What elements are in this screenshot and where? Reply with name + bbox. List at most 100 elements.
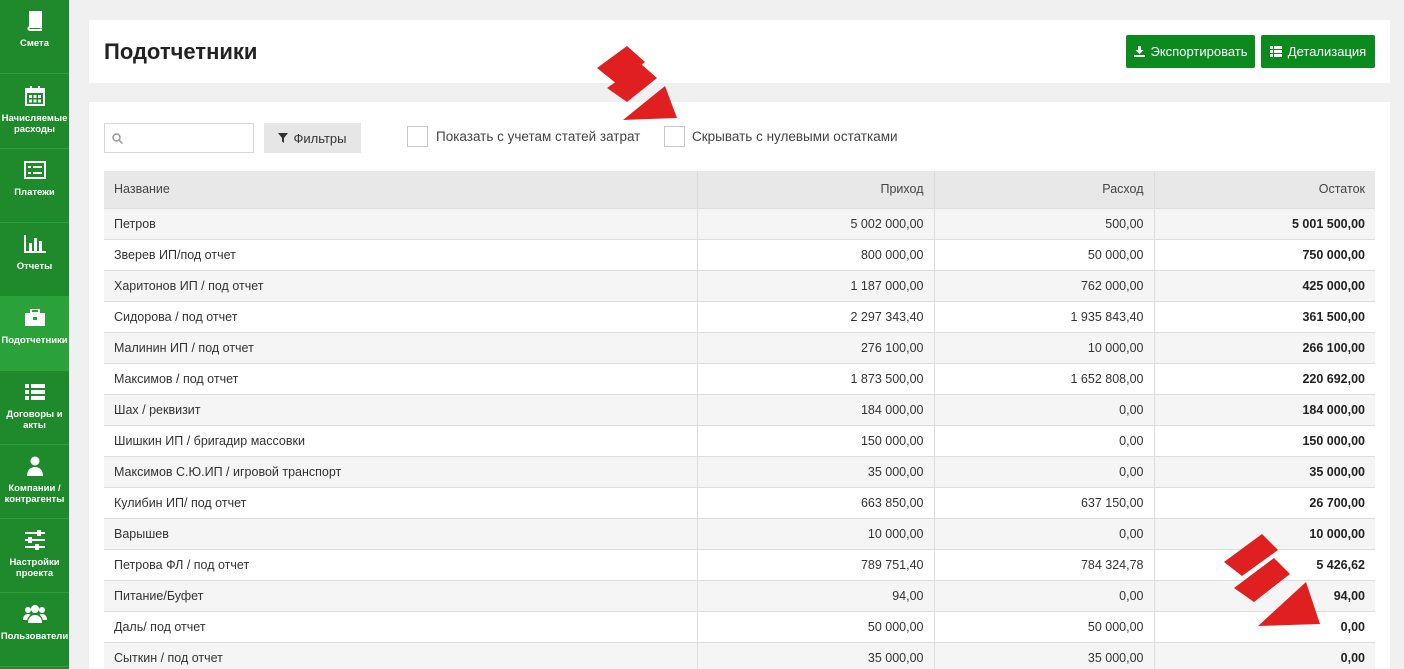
cell-expense: 0,00 bbox=[933, 424, 1154, 456]
table-row[interactable]: Зверев ИП/под отчет 800 000,00 50 000,00 75… bbox=[104, 238, 1375, 270]
column-header-income[interactable]: Приход bbox=[696, 171, 934, 208]
sidebar-item-label: Договоры и акты bbox=[6, 409, 63, 431]
cell-income: 94,00 bbox=[696, 579, 934, 611]
cell-name: Сидорова / под отчет bbox=[104, 300, 697, 332]
cell-income: 1 873 500,00 bbox=[696, 362, 934, 394]
sidebar-item-users[interactable]: Пользователи bbox=[0, 593, 69, 667]
cell-income: 10 000,00 bbox=[696, 517, 934, 549]
table-row[interactable]: Петрова ФЛ / под отчет 789 751,40 784 324,… bbox=[104, 548, 1375, 580]
column-header-name[interactable]: Название bbox=[104, 171, 697, 208]
sidebar-item-companies[interactable]: Компании / контрагенты bbox=[0, 445, 69, 519]
table-row[interactable]: Петров 5 002 000,00 500,00 5 001 500,00 bbox=[104, 207, 1375, 239]
cell-expense: 50 000,00 bbox=[933, 238, 1154, 270]
sidebar-item-label: Пользователи bbox=[0, 631, 69, 642]
details-button[interactable]: Детализация bbox=[1261, 35, 1375, 68]
book-icon bbox=[26, 10, 44, 32]
cell-balance: 266 100,00 bbox=[1153, 331, 1375, 363]
search-input[interactable] bbox=[104, 123, 254, 153]
user-icon bbox=[26, 455, 44, 477]
cell-expense: 35 000,00 bbox=[933, 641, 1154, 669]
cell-income: 35 000,00 bbox=[696, 455, 934, 487]
cell-income: 663 850,00 bbox=[696, 486, 934, 518]
table-row[interactable]: Кулибин ИП/ под отчет 663 850,00 637 150,0… bbox=[104, 486, 1375, 518]
cell-expense: 0,00 bbox=[933, 455, 1154, 487]
cell-name: Зверев ИП/под отчет bbox=[104, 238, 697, 270]
sidebar-item-label: Смета bbox=[20, 38, 49, 49]
table-header-row: Название Приход Расход Остаток bbox=[104, 171, 1375, 208]
search-icon bbox=[112, 133, 123, 144]
cell-expense: 500,00 bbox=[933, 207, 1154, 239]
cell-balance: 750 000,00 bbox=[1153, 238, 1375, 270]
sidebar-item-estimate[interactable]: Смета bbox=[0, 0, 69, 74]
filters-button[interactable]: Фильтры bbox=[264, 123, 361, 153]
cell-expense: 1 652 808,00 bbox=[933, 362, 1154, 394]
hide-zero-checkbox[interactable] bbox=[664, 126, 685, 147]
hide-zero-label: Скрывать с нулевыми остатками bbox=[692, 129, 898, 144]
cell-income: 1 187 000,00 bbox=[696, 269, 934, 301]
cell-expense: 0,00 bbox=[933, 517, 1154, 549]
table-row[interactable]: Малинин ИП / под отчет 276 100,00 10 000,0… bbox=[104, 331, 1375, 363]
cell-name: Питание/Буфет bbox=[104, 579, 697, 611]
annotation-arrow-icon bbox=[1224, 534, 1320, 626]
page-header: Подотчетники Экспортировать Детализация bbox=[89, 20, 1390, 83]
sidebar-item-label: Отчеты bbox=[16, 261, 53, 272]
filter-icon bbox=[278, 133, 289, 143]
cell-balance: 220 692,00 bbox=[1153, 362, 1375, 394]
sidebar-item-payments[interactable]: Платежи bbox=[0, 149, 69, 223]
sidebar-item-accountables[interactable]: Подотчетники bbox=[0, 297, 69, 371]
sidebar-item-contracts[interactable]: Договоры и акты bbox=[0, 371, 69, 445]
cell-expense: 1 935 843,40 bbox=[933, 300, 1154, 332]
sidebar-item-label: Платежи bbox=[14, 187, 55, 198]
cell-expense: 637 150,00 bbox=[933, 486, 1154, 518]
cell-expense: 762 000,00 bbox=[933, 269, 1154, 301]
filters-label: Фильтры bbox=[293, 130, 347, 146]
sidebar-item-label: Компании / контрагенты bbox=[4, 483, 65, 505]
cell-income: 2 297 343,40 bbox=[696, 300, 934, 332]
cell-balance: 361 500,00 bbox=[1153, 300, 1375, 332]
accountables-panel: Фильтры Показать с учетам статей затрат … bbox=[89, 102, 1390, 669]
cell-income: 789 751,40 bbox=[696, 548, 934, 580]
table-row[interactable]: Шах / реквизит 184 000,00 0,00 184 000,00 bbox=[104, 393, 1375, 425]
table-row[interactable]: Питание/Буфет 94,00 0,00 94,00 bbox=[104, 579, 1375, 611]
sidebar-item-label: Начисляемые расходы bbox=[1, 113, 68, 135]
table-row[interactable]: Даль/ под отчет 50 000,00 50 000,00 0,00 bbox=[104, 610, 1375, 642]
cell-name: Варышев bbox=[104, 517, 697, 549]
cell-balance: 425 000,00 bbox=[1153, 269, 1375, 301]
cell-balance: 184 000,00 bbox=[1153, 393, 1375, 425]
cell-income: 50 000,00 bbox=[696, 610, 934, 642]
briefcase-icon bbox=[24, 307, 46, 329]
sidebar-item-reports[interactable]: Отчеты bbox=[0, 223, 69, 297]
table-row[interactable]: Максимов / под отчет 1 873 500,00 1 652 80… bbox=[104, 362, 1375, 394]
cell-income: 184 000,00 bbox=[696, 393, 934, 425]
page-title: Подотчетники bbox=[104, 39, 258, 64]
cell-balance: 26 700,00 bbox=[1153, 486, 1375, 518]
column-header-balance[interactable]: Остаток bbox=[1153, 171, 1375, 208]
table-row[interactable]: Шишкин ИП / бригадир массовки 150 000,00 0… bbox=[104, 424, 1375, 456]
table-row[interactable]: Харитонов ИП / под отчет 1 187 000,00 762 … bbox=[104, 269, 1375, 301]
list-card-icon bbox=[23, 159, 46, 181]
users-icon bbox=[22, 603, 47, 625]
table-row[interactable]: Сыткин / под отчет 35 000,00 35 000,00 0,00 bbox=[104, 641, 1375, 669]
details-label: Детализация bbox=[1287, 44, 1367, 59]
show-cost-items-checkbox[interactable] bbox=[407, 126, 428, 147]
list-icon bbox=[24, 381, 46, 403]
cell-name: Максимов / под отчет bbox=[104, 362, 697, 394]
sidebar-item-project-settings[interactable]: Настройки проекта bbox=[0, 519, 69, 593]
cell-income: 276 100,00 bbox=[696, 331, 934, 363]
sidebar-item-accrued-expenses[interactable]: Начисляемые расходы bbox=[0, 75, 69, 149]
cell-income: 35 000,00 bbox=[696, 641, 934, 669]
cell-balance: 0,00 bbox=[1153, 641, 1375, 669]
table-row[interactable]: Сидорова / под отчет 2 297 343,40 1 935 84… bbox=[104, 300, 1375, 332]
cell-income: 5 002 000,00 bbox=[696, 207, 934, 239]
table-row[interactable]: Максимов С.Ю.ИП / игровой транспорт 35 00… bbox=[104, 455, 1375, 487]
accountables-table: Название Приход Расход Остаток Петров 5 0… bbox=[104, 171, 1375, 669]
export-button[interactable]: Экспортировать bbox=[1126, 35, 1255, 68]
table-row[interactable]: Варышев 10 000,00 0,00 10 000,00 bbox=[104, 517, 1375, 549]
calendar-icon bbox=[24, 85, 45, 107]
cell-expense: 0,00 bbox=[933, 393, 1154, 425]
export-label: Экспортировать bbox=[1150, 44, 1248, 59]
sliders-icon bbox=[24, 529, 46, 551]
cell-balance: 5 001 500,00 bbox=[1153, 207, 1375, 239]
column-header-expense[interactable]: Расход bbox=[933, 171, 1154, 208]
cell-name: Шишкин ИП / бригадир массовки bbox=[104, 424, 697, 456]
